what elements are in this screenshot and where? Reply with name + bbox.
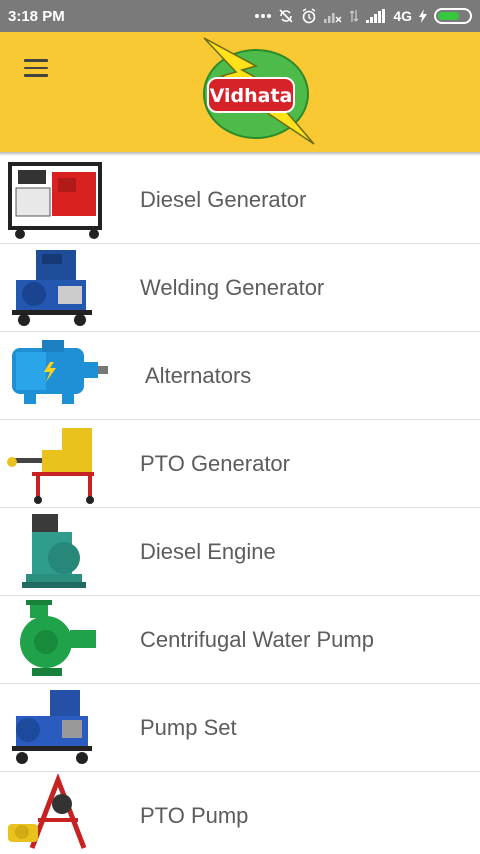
alternator-image [12, 340, 108, 404]
data-arrows-icon [349, 9, 359, 23]
list-item-label: Pump Set [140, 715, 237, 740]
product-list: Diesel Generator Welding Generator Alter… [0, 156, 480, 854]
list-item-diesel-generator[interactable]: Diesel Generator [0, 156, 480, 244]
battery-icon [434, 8, 472, 24]
list-item-label: Alternators [140, 363, 252, 388]
list-item-welding-generator[interactable]: Welding Generator [0, 244, 480, 332]
hamburger-menu-icon-line-1 [24, 59, 48, 62]
list-item-centrifugal-water-pump[interactable]: Centrifugal Water Pump [0, 596, 480, 684]
logo-text: Vidhata [210, 85, 293, 107]
menu-button[interactable] [14, 52, 62, 84]
network-type: 4G [393, 8, 412, 24]
centrifugal-pump-image [20, 600, 96, 676]
diesel-generator-image [8, 162, 102, 239]
status-bar: 3:18 PM 4G [0, 0, 480, 32]
list-item-pto-pump[interactable]: PTO Pump [0, 772, 480, 854]
charging-icon [419, 9, 427, 23]
vidhata-logo: Vidhata [203, 37, 315, 145]
list-item-label: Welding Generator [140, 275, 325, 300]
pto-generator-image [7, 428, 94, 504]
list-item-pto-generator[interactable]: PTO Generator [0, 420, 480, 508]
pto-pump-image [8, 774, 87, 849]
welding-generator-image [12, 250, 92, 326]
list-item-label: Centrifugal Water Pump [140, 627, 374, 652]
status-time: 3:18 PM [8, 7, 65, 25]
pump-set-image [12, 690, 92, 764]
diesel-engine-image [22, 514, 86, 588]
more-dots-icon [255, 13, 272, 19]
list-item-pump-set[interactable]: Pump Set [0, 684, 480, 772]
battery-level [438, 12, 459, 20]
signal-x-icon [324, 9, 342, 23]
alarm-icon [301, 8, 317, 24]
status-icons: 4G [255, 8, 472, 24]
app-bar: Vidhata [0, 32, 480, 152]
list-item-alternators[interactable]: Alternators [0, 332, 480, 420]
list-item-label: PTO Pump [140, 803, 249, 828]
list-item-label: PTO Generator [140, 451, 290, 476]
list-item-label: Diesel Generator [140, 187, 307, 212]
hamburger-menu-icon-line-3 [24, 74, 48, 77]
sync-off-icon [278, 8, 294, 24]
hamburger-menu-icon-line-2 [24, 66, 48, 70]
list-item-label: Diesel Engine [140, 539, 276, 564]
list-item-diesel-engine[interactable]: Diesel Engine [0, 508, 480, 596]
signal-bars-icon [366, 9, 386, 23]
